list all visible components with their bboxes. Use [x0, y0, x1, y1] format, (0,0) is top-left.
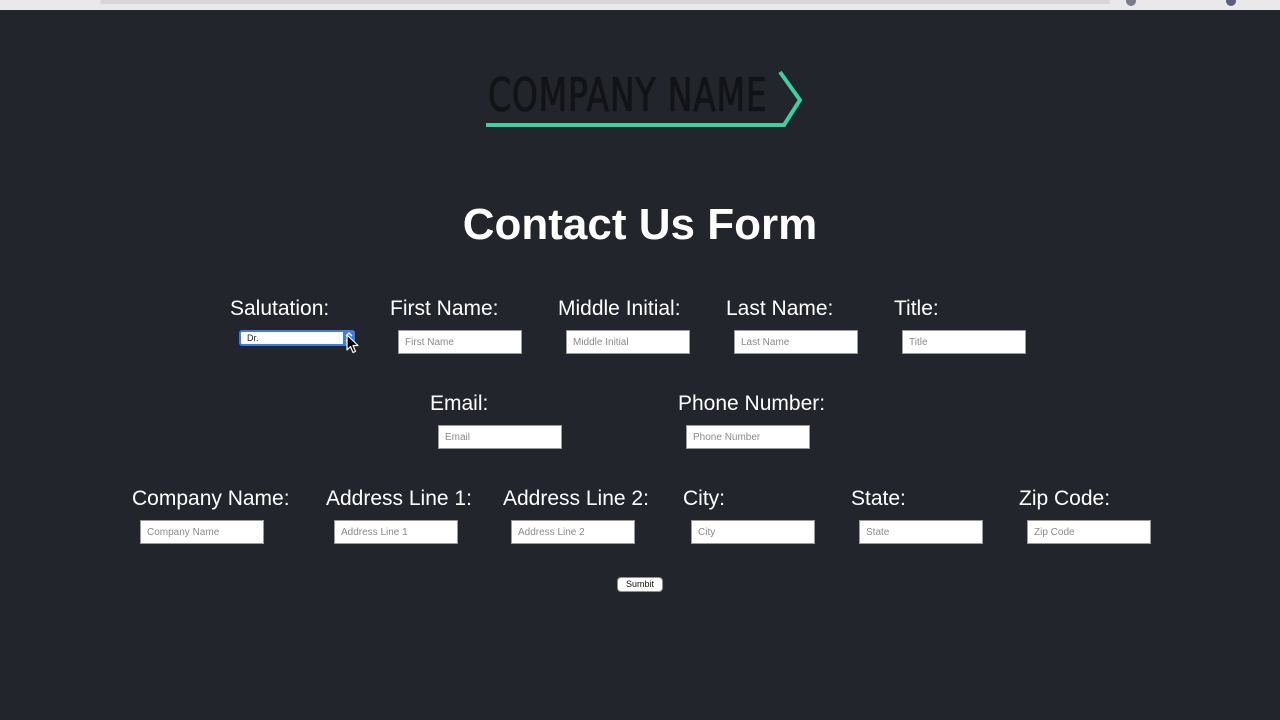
state-input[interactable] — [859, 520, 983, 544]
title-field: Title: — [894, 296, 1026, 354]
address-line-2-label: Address Line 2: — [503, 487, 649, 510]
phone-number-field: Phone Number: — [678, 391, 826, 449]
city-label: City: — [683, 487, 725, 510]
email-label: Email: — [430, 392, 489, 415]
company-name-input[interactable] — [140, 520, 264, 544]
middle-initial-field: Middle Initial: — [558, 296, 690, 354]
salutation-label: Salutation: — [230, 297, 330, 320]
last-name-label: Last Name: — [726, 297, 834, 320]
salutation-select[interactable]: Dr. — [239, 330, 355, 346]
address-line-2-field: Address Line 2: — [503, 486, 649, 544]
salutation-selected-value: Dr. — [247, 333, 259, 343]
avatar[interactable] — [1226, 0, 1236, 6]
middle-initial-input[interactable] — [566, 330, 690, 354]
last-name-input[interactable] — [734, 330, 858, 354]
last-name-field: Last Name: — [726, 296, 858, 354]
zip-code-label: Zip Code: — [1019, 487, 1111, 510]
first-name-field: First Name: — [390, 296, 522, 354]
email-input[interactable] — [438, 425, 562, 449]
email-field: Email: — [430, 391, 562, 449]
address-line-1-field: Address Line 1: — [326, 486, 472, 544]
submit-button[interactable]: Sumbit — [617, 577, 663, 592]
title-input[interactable] — [902, 330, 1026, 354]
zip-code-field: Zip Code: — [1019, 486, 1151, 544]
address-line-1-input[interactable] — [334, 520, 458, 544]
company-name-field: Company Name: — [132, 486, 290, 544]
zip-code-input[interactable] — [1027, 520, 1151, 544]
middle-initial-label: Middle Initial: — [558, 297, 681, 320]
address-line-2-input[interactable] — [511, 520, 635, 544]
logo-text: COMPANY NAME — [488, 68, 768, 122]
salutation-field: Salutation: — [230, 296, 329, 322]
status-dot-icon — [1126, 0, 1136, 6]
first-name-label: First Name: — [390, 297, 499, 320]
state-field: State: — [851, 486, 983, 544]
city-field: City: — [683, 486, 815, 544]
phone-number-input[interactable] — [686, 425, 810, 449]
address-line-1-label: Address Line 1: — [326, 487, 472, 510]
company-logo: COMPANY NAME — [482, 66, 806, 132]
state-label: State: — [851, 487, 906, 510]
browser-top-strip — [0, 0, 1280, 10]
company-name-label: Company Name: — [132, 487, 290, 510]
horizontal-scrollbar[interactable] — [100, 0, 1110, 4]
title-label: Title: — [894, 297, 939, 320]
city-input[interactable] — [691, 520, 815, 544]
first-name-input[interactable] — [398, 330, 522, 354]
phone-number-label: Phone Number: — [678, 392, 826, 415]
page-title: Contact Us Form — [462, 200, 818, 249]
mouse-cursor-icon — [346, 334, 359, 354]
